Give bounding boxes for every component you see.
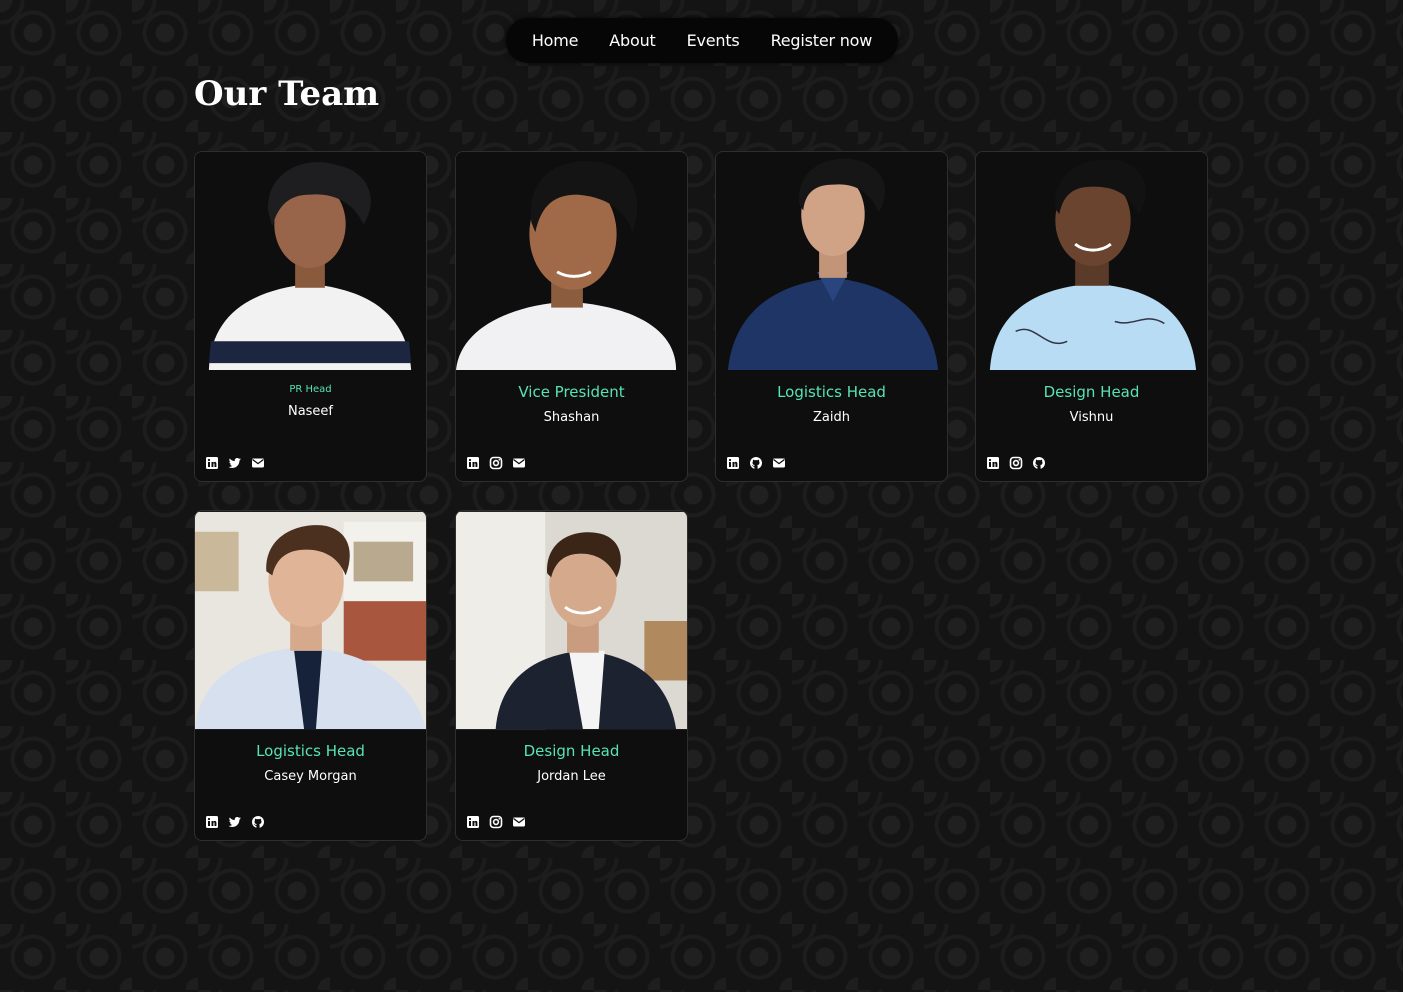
team-card: Design Head Vishnu: [975, 151, 1208, 482]
linkedin-icon[interactable]: [726, 456, 740, 470]
social-links: [726, 456, 786, 470]
nav-register-link[interactable]: Register now: [771, 31, 873, 50]
member-role: PR Head: [289, 384, 332, 395]
team-card: Design Head Jordan Lee: [455, 510, 688, 841]
member-role: Logistics Head: [777, 383, 886, 401]
linkedin-icon[interactable]: [466, 456, 480, 470]
social-links: [466, 456, 526, 470]
member-photo: [195, 511, 426, 730]
linkedin-icon[interactable]: [986, 456, 1000, 470]
member-role: Vice President: [518, 383, 625, 401]
team-card: PR Head Naseef: [194, 151, 427, 482]
member-name: Naseef: [287, 404, 334, 419]
member-photo: [716, 152, 947, 371]
member-role: Logistics Head: [256, 742, 365, 760]
page-title: Our Team: [194, 74, 380, 114]
email-icon[interactable]: [512, 815, 526, 829]
team-card: Logistics Head Casey Morgan: [194, 510, 427, 841]
email-icon[interactable]: [251, 456, 265, 470]
member-role: Design Head: [1043, 383, 1140, 401]
linkedin-icon[interactable]: [466, 815, 480, 829]
team-card: Vice President Shashan: [455, 151, 688, 482]
member-name: Zaidh: [813, 410, 850, 425]
member-photo: [456, 152, 687, 371]
nav-about-link[interactable]: About: [609, 31, 656, 50]
member-role: Design Head: [523, 742, 620, 760]
nav-events-link[interactable]: Events: [687, 31, 740, 50]
member-photo: [456, 511, 687, 730]
member-name: Casey Morgan: [264, 769, 357, 784]
email-icon[interactable]: [512, 456, 526, 470]
instagram-icon[interactable]: [489, 456, 503, 470]
twitter-icon[interactable]: [228, 456, 242, 470]
social-links: [205, 456, 265, 470]
instagram-icon[interactable]: [1009, 456, 1023, 470]
nav-home-link[interactable]: Home: [532, 31, 579, 50]
instagram-icon[interactable]: [489, 815, 503, 829]
top-nav: Home About Events Register now: [506, 18, 898, 63]
github-icon[interactable]: [1032, 456, 1046, 470]
member-photo: [195, 152, 426, 371]
member-name: Shashan: [543, 410, 600, 425]
twitter-icon[interactable]: [228, 815, 242, 829]
social-links: [466, 815, 526, 829]
email-icon[interactable]: [772, 456, 786, 470]
member-photo: [976, 152, 1207, 371]
member-name: Vishnu: [1069, 410, 1114, 425]
github-icon[interactable]: [749, 456, 763, 470]
member-name: Jordan Lee: [537, 769, 606, 784]
social-links: [205, 815, 265, 829]
team-card: Logistics Head Zaidh: [715, 151, 948, 482]
linkedin-icon[interactable]: [205, 456, 219, 470]
linkedin-icon[interactable]: [205, 815, 219, 829]
social-links: [986, 456, 1046, 470]
github-icon[interactable]: [251, 815, 265, 829]
